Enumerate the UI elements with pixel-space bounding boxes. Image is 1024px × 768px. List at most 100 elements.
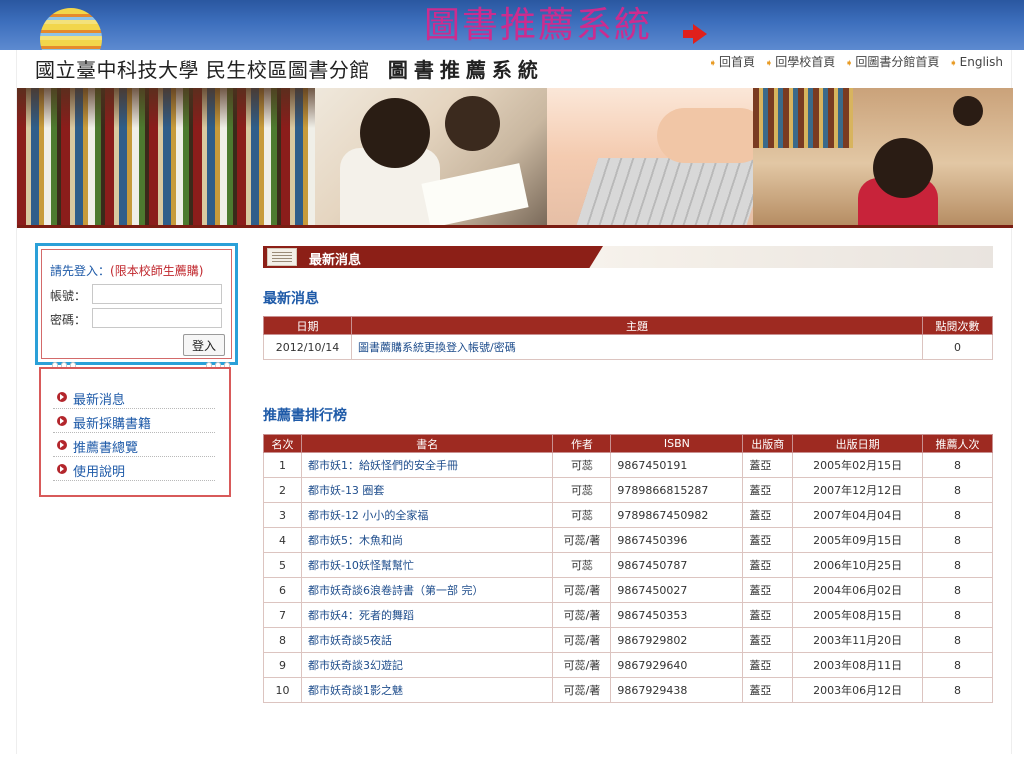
ranking-header-row: 名次 書名 作者 ISBN 出版商 出版日期 推薦人次 <box>263 434 993 453</box>
pubdate-cell: 2005年08月15日 <box>792 602 924 628</box>
pubdate-cell: 2006年10月25日 <box>792 552 924 578</box>
news-table: 日期 主題 點閱次數 2012/10/14 圖書薦購系統更換登入帳號/密碼 0 <box>263 316 993 360</box>
login-restriction: (限本校師生薦購) <box>110 264 204 278</box>
library-home-link[interactable]: ➧ 回圖書分館首頁 <box>845 55 939 69</box>
news-col-views: 點閱次數 <box>922 316 993 335</box>
account-input[interactable] <box>92 284 222 304</box>
rank-cell: 2 <box>263 477 302 503</box>
site-header: 國立臺中科技大學 民生校區圖書分館 圖書推薦系統 ➧ 回首頁 ➧ 回學校首頁 ➧ 回圖書… <box>17 50 1013 88</box>
rank-cell: 7 <box>263 602 302 628</box>
account-label: 帳號： <box>50 289 87 303</box>
ranking-row: 9 都市妖奇談3幻遊記 可蕊/著 9867929640 蓋亞 2003年08月11日 8 <box>263 652 993 678</box>
ranking-row: 5 都市妖-10妖怪幫幫忙 可蕊 9867450787 蓋亞 2006年10月25日 8 <box>263 552 993 578</box>
news-views: 0 <box>922 334 993 360</box>
news-header-row: 日期 主題 點閱次數 <box>263 316 993 335</box>
ranking-row: 6 都市妖奇談6浪卷詩書（第一部 完） 可蕊/著 9867450027 蓋亞 2004年0… <box>263 577 993 603</box>
isbn-cell: 9867929640 <box>610 652 744 678</box>
library-kids-photo <box>753 88 1013 225</box>
publisher-cell: 蓋亞 <box>742 452 794 478</box>
bookshelf-photo <box>17 88 315 225</box>
news-col-date: 日期 <box>263 316 352 335</box>
news-bar: 最新消息 <box>263 246 993 268</box>
count-cell: 8 <box>922 677 993 703</box>
pubdate-cell: 2003年08月11日 <box>792 652 924 678</box>
book-title-link[interactable]: 都市妖-10妖怪幫幫忙 <box>300 552 554 578</box>
ranking-row: 2 都市妖-13 圈套 可蕊 9789866815287 蓋亞 2007年12月12日 8 <box>263 477 993 503</box>
ranking-row: 1 都市妖1：給妖怪們的安全手冊 可蕊 9867450191 蓋亞 2005年02月15日… <box>263 452 993 478</box>
isbn-cell: 9867450396 <box>610 527 744 553</box>
home-link[interactable]: ➧ 回首頁 <box>709 55 755 69</box>
count-cell: 8 <box>922 602 993 628</box>
students-reading-photo <box>315 88 547 225</box>
menu-item-recommendations[interactable]: 推薦書總覽 <box>53 435 215 457</box>
library-name: 國立臺中科技大學 民生校區圖書分館 <box>35 58 370 82</box>
english-link[interactable]: ➧ English <box>949 55 1003 69</box>
author-cell: 可蕊 <box>552 502 612 528</box>
col-author: 作者 <box>552 434 612 453</box>
link-arrow-icon: ➧ <box>845 58 854 69</box>
red-arrow-icon <box>683 24 707 44</box>
isbn-cell: 9867450027 <box>610 577 744 603</box>
ranking-row: 4 都市妖5：木魚和尚 可蕊/著 9867450396 蓋亞 2005年09月15日 8 <box>263 527 993 553</box>
publisher-cell: 蓋亞 <box>742 627 794 653</box>
author-cell: 可蕊/著 <box>552 652 612 678</box>
pubdate-cell: 2005年02月15日 <box>792 452 924 478</box>
book-title-link[interactable]: 都市妖奇談5夜話 <box>300 627 554 653</box>
news-icon <box>267 248 297 266</box>
pubdate-cell: 2005年09月15日 <box>792 527 924 553</box>
news-date: 2012/10/14 <box>263 334 352 360</box>
pubdate-cell: 2004年06月02日 <box>792 577 924 603</box>
news-topic-link[interactable]: 圖書薦購系統更換登入帳號/密碼 <box>351 334 923 360</box>
rank-cell: 3 <box>263 502 302 528</box>
count-cell: 8 <box>922 452 993 478</box>
rank-cell: 10 <box>263 677 302 703</box>
publisher-cell: 蓋亞 <box>742 677 794 703</box>
side-menu: 最新消息 最新採購書籍 推薦書總覽 使用說明 <box>39 367 231 497</box>
book-title-link[interactable]: 都市妖奇談1影之魅 <box>300 677 554 703</box>
count-cell: 8 <box>922 552 993 578</box>
col-isbn: ISBN <box>610 434 744 453</box>
pubdate-cell: 2003年11月20日 <box>792 627 924 653</box>
book-title-link[interactable]: 都市妖奇談3幻遊記 <box>300 652 554 678</box>
author-cell: 可蕊 <box>552 452 612 478</box>
book-title-link[interactable]: 都市妖-12 小小的全家福 <box>300 502 554 528</box>
password-input[interactable] <box>92 308 222 328</box>
publisher-cell: 蓋亞 <box>742 527 794 553</box>
top-links: ➧ 回首頁 ➧ 回學校首頁 ➧ 回圖書分館首頁 ➧ English <box>703 53 1003 70</box>
book-title-link[interactable]: 都市妖1：給妖怪們的安全手冊 <box>300 452 554 478</box>
book-title-link[interactable]: 都市妖-13 圈套 <box>300 477 554 503</box>
book-title-link[interactable]: 都市妖4：死者的舞蹈 <box>300 602 554 628</box>
author-cell: 可蕊 <box>552 477 612 503</box>
menu-item-new-acquisitions[interactable]: 最新採購書籍 <box>53 411 215 433</box>
count-cell: 8 <box>922 502 993 528</box>
ranking-row: 3 都市妖-12 小小的全家福 可蕊 9789867450982 蓋亞 2007年04月0… <box>263 502 993 528</box>
password-label: 密碼： <box>50 313 87 327</box>
isbn-cell: 9789867450982 <box>610 502 744 528</box>
banner-photos <box>17 88 1013 228</box>
bullet-arrow-icon <box>57 416 67 426</box>
isbn-cell: 9867450191 <box>610 452 744 478</box>
book-title-link[interactable]: 都市妖5：木魚和尚 <box>300 527 554 553</box>
author-cell: 可蕊/著 <box>552 627 612 653</box>
col-count: 推薦人次 <box>922 434 993 453</box>
count-cell: 8 <box>922 477 993 503</box>
book-title-link[interactable]: 都市妖奇談6浪卷詩書（第一部 完） <box>300 577 554 603</box>
pubdate-cell: 2003年06月12日 <box>792 677 924 703</box>
menu-item-news[interactable]: 最新消息 <box>53 387 215 409</box>
bullet-arrow-icon <box>57 464 67 474</box>
bullet-arrow-icon <box>57 440 67 450</box>
author-cell: 可蕊/著 <box>552 677 612 703</box>
web-page: 國立臺中科技大學 民生校區圖書分館 圖書推薦系統 ➧ 回首頁 ➧ 回學校首頁 ➧ 回圖書… <box>16 50 1013 754</box>
author-cell: 可蕊/著 <box>552 577 612 603</box>
system-name: 圖書推薦系統 <box>387 58 544 82</box>
school-home-link[interactable]: ➧ 回學校首頁 <box>765 55 835 69</box>
news-col-topic: 主題 <box>351 316 923 335</box>
isbn-cell: 9789866815287 <box>610 477 744 503</box>
login-button[interactable]: 登入 <box>183 334 225 356</box>
slide-banner: 圖書推薦系統 <box>0 0 1024 50</box>
keyboard-photo <box>547 88 769 225</box>
slide-title: 圖書推薦系統 <box>424 5 653 46</box>
pubdate-cell: 2007年12月12日 <box>792 477 924 503</box>
menu-item-instructions[interactable]: 使用說明 <box>53 459 215 481</box>
isbn-cell: 9867929802 <box>610 627 744 653</box>
